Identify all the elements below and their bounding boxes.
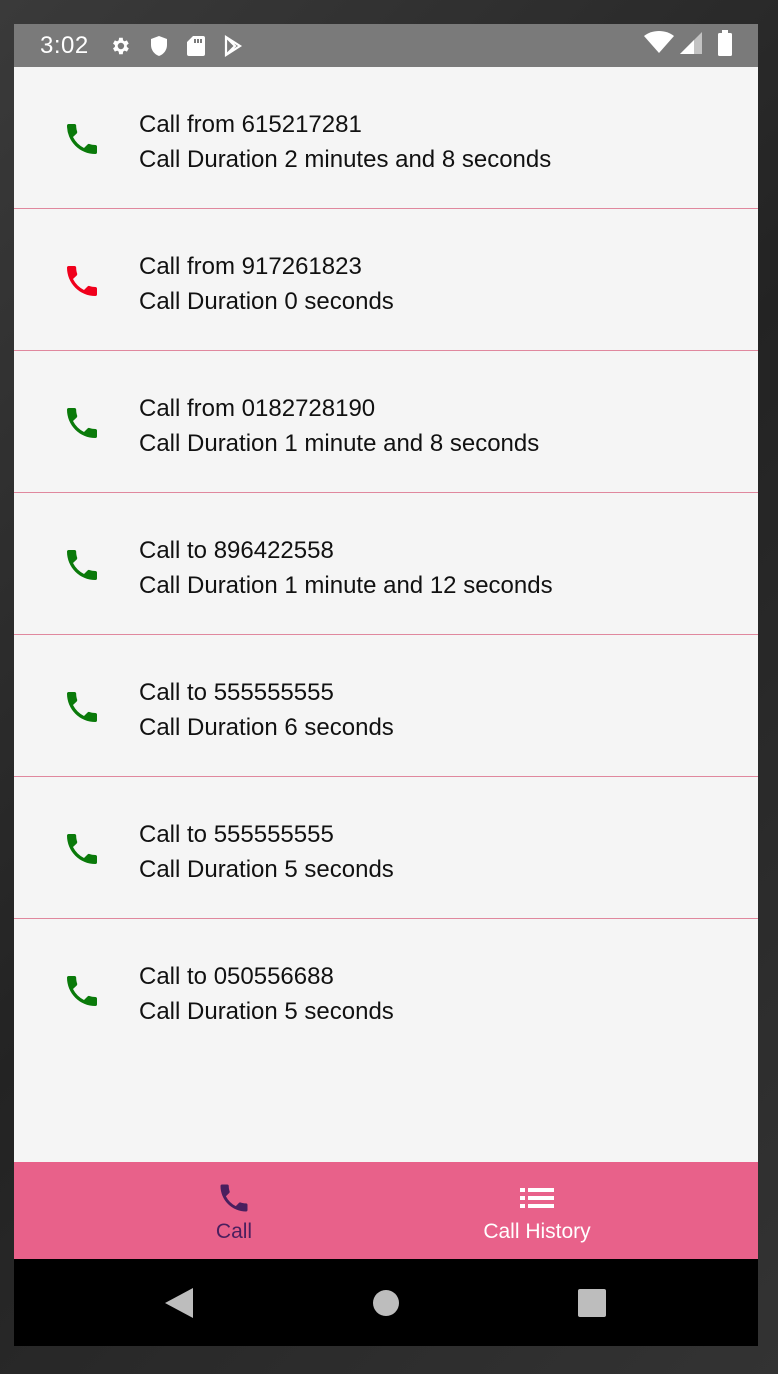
gear-icon bbox=[109, 35, 131, 57]
shield-icon bbox=[149, 35, 169, 57]
call-duration: Call Duration 2 minutes and 8 seconds bbox=[139, 146, 552, 173]
tab-call-history[interactable]: Call History bbox=[387, 1162, 687, 1259]
play-store-icon bbox=[223, 34, 243, 57]
call-item[interactable]: Call to 050556688 Call Duration 5 second… bbox=[14, 919, 758, 1061]
signal-icon bbox=[680, 32, 702, 59]
call-title: Call to 050556688 bbox=[139, 963, 334, 990]
bottom-navigation: Call Call History bbox=[14, 1162, 758, 1259]
call-duration: Call Duration 1 minute and 8 seconds bbox=[139, 430, 540, 457]
call-item[interactable]: Call from 615217281 Call Duration 2 minu… bbox=[14, 67, 758, 209]
call-duration: Call Duration 5 seconds bbox=[139, 998, 394, 1025]
call-duration: Call Duration 5 seconds bbox=[139, 856, 394, 883]
wifi-icon bbox=[644, 31, 674, 60]
call-item[interactable]: Call from 0182728190 Call Duration 1 min… bbox=[14, 351, 758, 493]
status-time: 3:02 bbox=[40, 31, 89, 59]
tab-call-label: Call bbox=[215, 1220, 253, 1243]
status-right bbox=[644, 24, 732, 67]
call-item[interactable]: Call to 555555555 Call Duration 5 second… bbox=[14, 777, 758, 919]
call-title: Call from 917261823 bbox=[139, 253, 362, 280]
status-bar: 3:02 bbox=[14, 24, 758, 67]
call-title: Call from 615217281 bbox=[139, 111, 362, 138]
home-button[interactable] bbox=[366, 1259, 406, 1346]
phone-icon bbox=[62, 545, 102, 585]
call-item[interactable]: Call to 555555555 Call Duration 6 second… bbox=[14, 635, 758, 777]
call-duration: Call Duration 0 seconds bbox=[139, 288, 394, 315]
tab-call[interactable]: Call bbox=[84, 1162, 384, 1259]
phone-icon bbox=[62, 261, 102, 301]
call-title: Call to 555555555 bbox=[139, 679, 334, 706]
phone-icon bbox=[62, 119, 102, 159]
call-title: Call from 0182728190 bbox=[139, 395, 376, 422]
phone-screen: 3:02 Call from 615217281 Call Duration 2… bbox=[14, 24, 758, 1346]
back-button[interactable] bbox=[159, 1259, 199, 1346]
call-item[interactable]: Call to 896422558 Call Duration 1 minute… bbox=[14, 493, 758, 635]
list-icon bbox=[520, 1180, 554, 1216]
recents-button[interactable] bbox=[572, 1259, 612, 1346]
system-navigation-bar bbox=[14, 1259, 758, 1346]
phone-icon bbox=[62, 829, 102, 869]
battery-icon bbox=[718, 30, 732, 61]
call-duration: Call Duration 6 seconds bbox=[139, 714, 394, 741]
call-item[interactable]: Call from 917261823 Call Duration 0 seco… bbox=[14, 209, 758, 351]
call-title: Call to 896422558 bbox=[139, 537, 334, 564]
tab-call-history-label: Call History bbox=[483, 1220, 591, 1243]
phone-icon bbox=[216, 1180, 252, 1216]
phone-icon bbox=[62, 403, 102, 443]
call-duration: Call Duration 1 minute and 12 seconds bbox=[139, 572, 553, 599]
phone-icon bbox=[62, 687, 102, 727]
sd-card-icon bbox=[186, 35, 205, 57]
phone-icon bbox=[62, 971, 102, 1011]
call-title: Call to 555555555 bbox=[139, 821, 334, 848]
call-list: Call from 615217281 Call Duration 2 minu… bbox=[14, 67, 758, 1061]
